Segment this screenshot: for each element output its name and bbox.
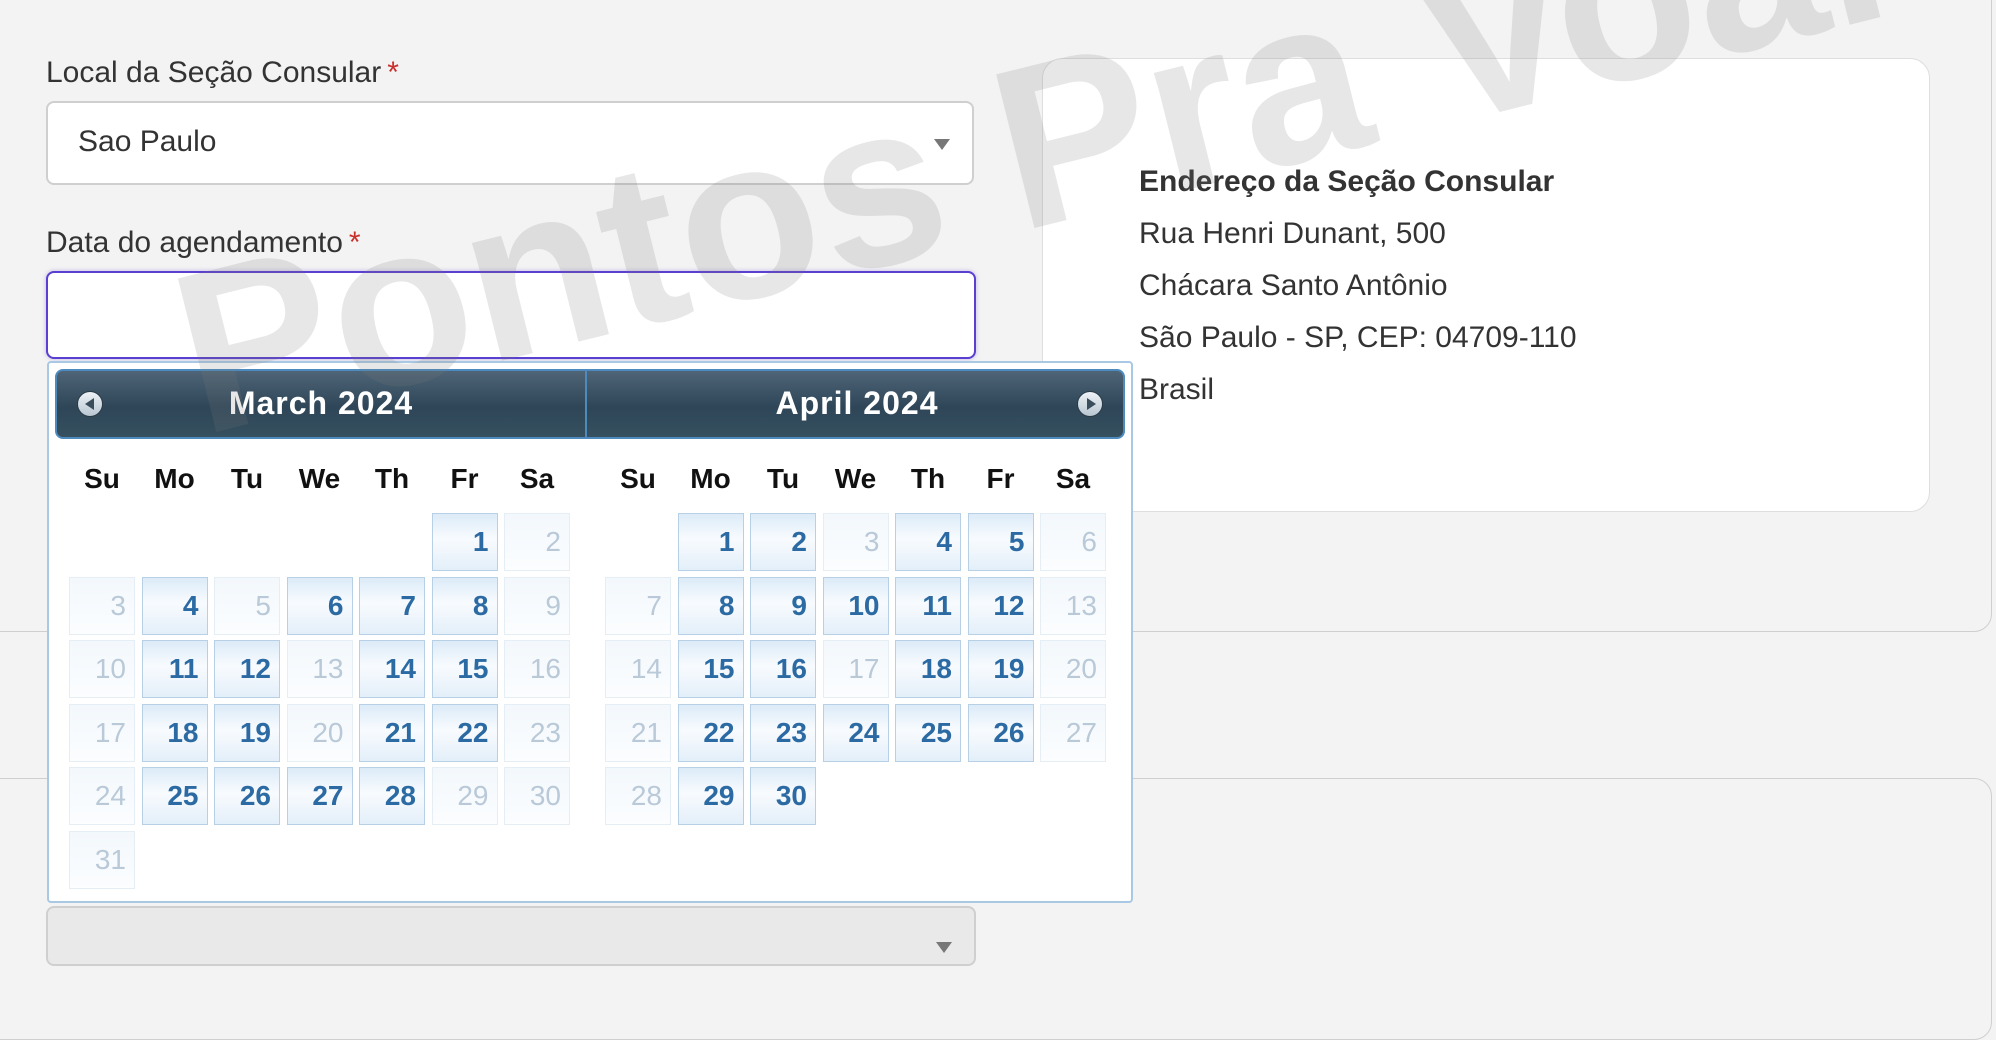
dropdown-arrow-icon xyxy=(934,139,950,150)
calendar-day[interactable]: 29 xyxy=(677,767,744,825)
calendar-day[interactable]: 12 xyxy=(214,640,280,698)
calendar-day[interactable]: 18 xyxy=(141,703,208,762)
header-divider xyxy=(585,371,587,437)
calendar-day: 27 xyxy=(1040,703,1106,762)
weekday-header: Fr xyxy=(986,463,1015,494)
calendar-day[interactable]: 26 xyxy=(967,703,1034,762)
weekday-header: Su xyxy=(84,463,120,494)
calendar-day[interactable]: 22 xyxy=(677,703,744,762)
calendar-day[interactable]: 10 xyxy=(822,576,889,635)
address-title: Endereço da Seção Consular xyxy=(1139,165,1555,198)
calendar-day[interactable]: 16 xyxy=(750,640,816,698)
weekday-header: Mo xyxy=(690,463,731,494)
calendar-day[interactable]: 21 xyxy=(359,703,425,762)
calendar-day[interactable]: 4 xyxy=(141,576,208,635)
local-select-value: Sao Paulo xyxy=(78,125,217,158)
calendar-day[interactable]: 18 xyxy=(895,640,961,698)
weekday-header: Th xyxy=(910,463,946,494)
calendar-day: 23 xyxy=(504,703,570,762)
circle-arrow-right-icon[interactable] xyxy=(1077,391,1103,417)
calendar-day[interactable]: 19 xyxy=(967,640,1034,698)
calendar-day[interactable]: 1 xyxy=(431,513,498,571)
local-select[interactable]: Sao Paulo xyxy=(46,101,974,185)
calendar-day[interactable]: 8 xyxy=(431,576,498,635)
calendar-day: 5 xyxy=(214,576,280,635)
calendar-day[interactable]: 6 xyxy=(286,576,353,635)
weekday-header: Su xyxy=(620,463,656,494)
weekday-header: Sa xyxy=(519,463,555,494)
calendar-day[interactable]: 27 xyxy=(286,767,353,825)
calendar-day[interactable]: 24 xyxy=(822,703,889,762)
date-label-text: Data do agendamento xyxy=(46,226,343,259)
month-title-april: April 2024 xyxy=(775,385,939,421)
datepicker-header: March 2024 April 2024 xyxy=(55,369,1125,439)
calendar-day: 2 xyxy=(504,513,570,571)
date-label: Data do agendamento * xyxy=(46,226,361,260)
calendar-day[interactable]: 12 xyxy=(967,576,1034,635)
address-line-4: Brasil xyxy=(1139,373,1215,406)
calendar-day: 17 xyxy=(69,703,135,762)
required-asterisk: * xyxy=(387,56,399,89)
calendar-day: 20 xyxy=(1040,640,1106,698)
calendar-day[interactable]: 8 xyxy=(677,576,744,635)
weekday-header: Tu xyxy=(230,463,264,494)
address-line-3: São Paulo - SP, CEP: 04709-110 xyxy=(1139,321,1577,354)
local-label-text: Local da Seção Consular xyxy=(46,56,382,89)
calendar-day: 30 xyxy=(504,767,570,825)
calendar-day: 6 xyxy=(1040,513,1106,571)
calendar-day[interactable]: 28 xyxy=(359,767,425,825)
datepicker-popup: March 2024 April 2024 Su Mo Tu We Th Fr Sa 1 2 3 4… xyxy=(47,361,1133,903)
calendar-day: 9 xyxy=(504,576,570,635)
calendar-day[interactable]: 11 xyxy=(895,576,961,635)
calendar-day[interactable]: 23 xyxy=(750,703,816,762)
weekday-header: Fr xyxy=(450,463,479,494)
calendar-day: 28 xyxy=(605,767,671,825)
calendar-day: 13 xyxy=(1040,576,1106,635)
calendar-day: 7 xyxy=(605,576,671,635)
calendar-day[interactable]: 15 xyxy=(431,640,498,698)
calendar-day: 13 xyxy=(286,640,353,698)
calendar-day: 24 xyxy=(69,767,135,825)
calendar-day[interactable]: 5 xyxy=(967,513,1034,571)
required-asterisk: * xyxy=(348,226,361,259)
address-card: Endereço da Seção Consular Rua Henri Dun… xyxy=(1042,58,1930,512)
weekday-header: We xyxy=(834,463,877,494)
calendar-day[interactable]: 7 xyxy=(359,576,425,635)
calendar-day[interactable]: 4 xyxy=(895,513,961,571)
calendar-day[interactable]: 1 xyxy=(677,513,744,571)
calendar-day[interactable]: 14 xyxy=(359,640,425,698)
circle-arrow-left-icon[interactable] xyxy=(77,391,103,417)
weekday-header: Th xyxy=(374,463,410,494)
calendar-day[interactable]: 2 xyxy=(750,513,816,571)
calendar-day[interactable]: 25 xyxy=(141,767,208,825)
calendar-day[interactable]: 9 xyxy=(750,576,816,635)
date-input[interactable] xyxy=(46,271,976,359)
weekday-header: Sa xyxy=(1055,463,1091,494)
calendar-day[interactable]: 15 xyxy=(677,640,744,698)
calendar-day: 29 xyxy=(431,767,498,825)
weekday-header: We xyxy=(298,463,341,494)
address-line-1: Rua Henri Dunant, 500 xyxy=(1139,217,1446,250)
calendar-day: 31 xyxy=(69,830,135,889)
calendar-day[interactable]: 22 xyxy=(431,703,498,762)
calendar-day: 21 xyxy=(605,703,671,762)
calendar-day: 17 xyxy=(822,640,889,698)
calendar-day[interactable]: 30 xyxy=(750,767,816,825)
calendar-day: 14 xyxy=(605,640,671,698)
calendar-day: 16 xyxy=(504,640,570,698)
calendar-day: 10 xyxy=(69,640,135,698)
calendar-day: 20 xyxy=(286,703,353,762)
secondary-select[interactable] xyxy=(46,906,976,966)
calendar-day[interactable]: 19 xyxy=(214,703,280,762)
calendar-day[interactable]: 25 xyxy=(895,703,961,762)
local-label: Local da Seção Consular * xyxy=(46,56,399,90)
month-title-march: March 2024 xyxy=(228,385,414,421)
address-line-2: Chácara Santo Antônio xyxy=(1139,269,1448,302)
calendar-day: 3 xyxy=(69,576,135,635)
weekday-header: Mo xyxy=(154,463,195,494)
calendar-day[interactable]: 11 xyxy=(141,640,208,698)
calendar-day[interactable]: 26 xyxy=(214,767,280,825)
calendar-day: 3 xyxy=(822,513,889,571)
weekday-header: Tu xyxy=(766,463,800,494)
